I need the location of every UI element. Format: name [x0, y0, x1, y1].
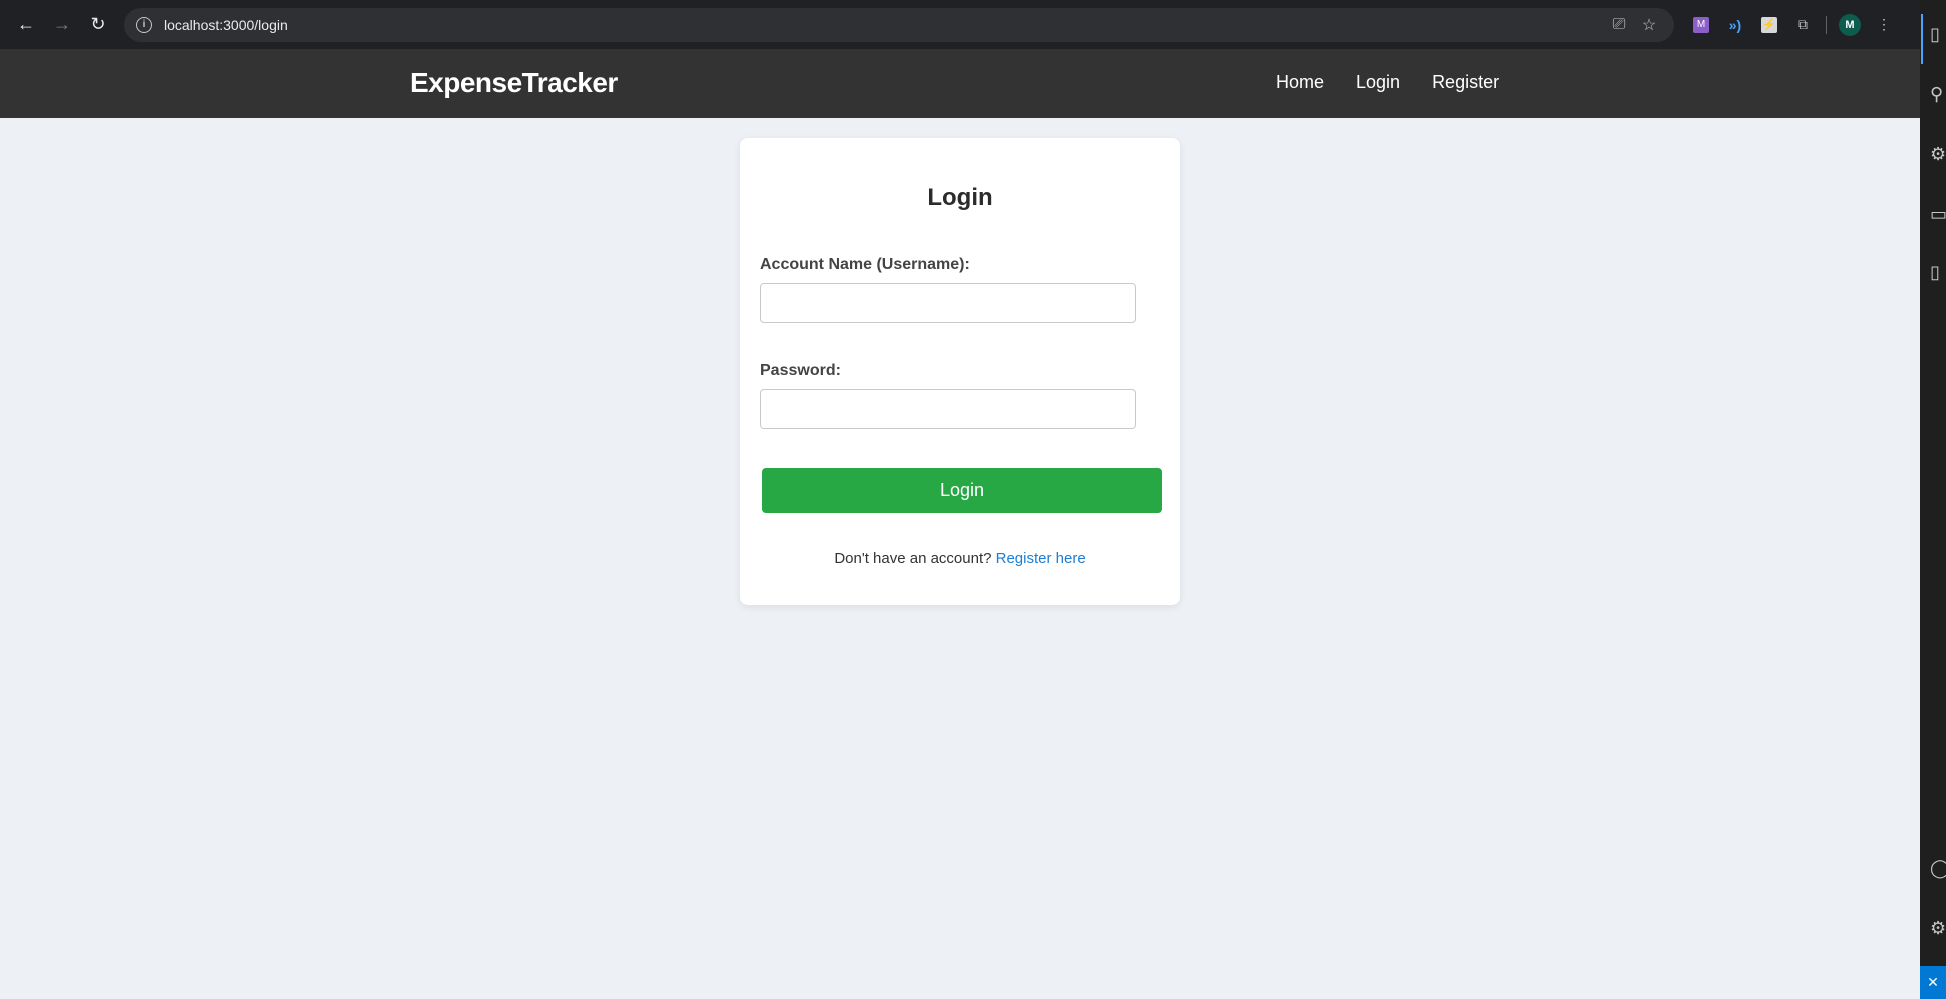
- active-tab-indicator: [1921, 14, 1923, 64]
- back-icon[interactable]: ←: [8, 7, 44, 43]
- extension-m-icon[interactable]: M: [1684, 8, 1718, 42]
- register-prompt-line: Don't have an account? Register here: [740, 550, 1180, 567]
- device-icon[interactable]: ▯: [1930, 262, 1946, 283]
- search-icon[interactable]: ⚲: [1930, 84, 1946, 105]
- password-label: Password:: [760, 362, 841, 379]
- nav-login-link[interactable]: Login: [1356, 72, 1400, 93]
- site-info-icon[interactable]: i: [136, 16, 152, 33]
- password-input[interactable]: [760, 389, 1136, 429]
- profile-avatar[interactable]: M: [1833, 8, 1867, 42]
- panel-tab-icon[interactable]: ▯: [1930, 24, 1946, 45]
- app-navbar: ExpenseTracker Home Login Register: [0, 49, 1920, 118]
- settings-gear-icon[interactable]: ⚙: [1930, 918, 1946, 939]
- login-card: Login Account Name (Username): Password:…: [740, 138, 1180, 605]
- browser-toolbar: ← → ↻ i localhost:3000/login ⎚ ☆ M ») ⚡ …: [0, 0, 1920, 49]
- login-submit-button[interactable]: Login: [762, 468, 1162, 513]
- username-label: Account Name (Username):: [760, 256, 970, 273]
- address-bar[interactable]: i localhost:3000/login ⎚ ☆: [124, 7, 1674, 42]
- debug-icon[interactable]: ⚙: [1930, 144, 1946, 165]
- brand-logo[interactable]: ExpenseTracker: [410, 67, 618, 99]
- account-icon[interactable]: ◯: [1930, 858, 1946, 879]
- extensions-puzzle-icon[interactable]: ⧉: [1786, 8, 1820, 42]
- bookmark-star-icon[interactable]: ☆: [1634, 15, 1664, 35]
- register-prompt-text: Don't have an account?: [834, 550, 996, 567]
- nav-home-link[interactable]: Home: [1276, 72, 1324, 93]
- toolbar-divider: [1826, 15, 1827, 34]
- extensions-area: M ») ⚡ ⧉ M ⋮: [1684, 8, 1901, 42]
- nav-links: Home Login Register: [1276, 72, 1499, 93]
- layout-icon[interactable]: ▭: [1930, 204, 1946, 225]
- login-title: Login: [927, 184, 993, 211]
- reload-icon[interactable]: ↻: [80, 7, 116, 43]
- browser-menu-icon[interactable]: ⋮: [1867, 8, 1901, 42]
- nav-register-link[interactable]: Register: [1432, 72, 1499, 93]
- url-text[interactable]: localhost:3000/login: [164, 17, 1604, 33]
- extension-bolt-icon[interactable]: ⚡: [1752, 8, 1786, 42]
- register-here-link[interactable]: Register here: [996, 550, 1086, 567]
- install-app-icon[interactable]: ⎚: [1604, 16, 1634, 34]
- extension-wave-icon[interactable]: »): [1718, 8, 1752, 42]
- forward-icon[interactable]: →: [44, 7, 80, 43]
- remote-connection-icon[interactable]: ✕: [1920, 966, 1946, 999]
- username-input[interactable]: [760, 283, 1136, 323]
- side-panel: ▯ ⚲ ⚙ ▭ ▯ ◯ ⚙ ✕: [1920, 0, 1946, 999]
